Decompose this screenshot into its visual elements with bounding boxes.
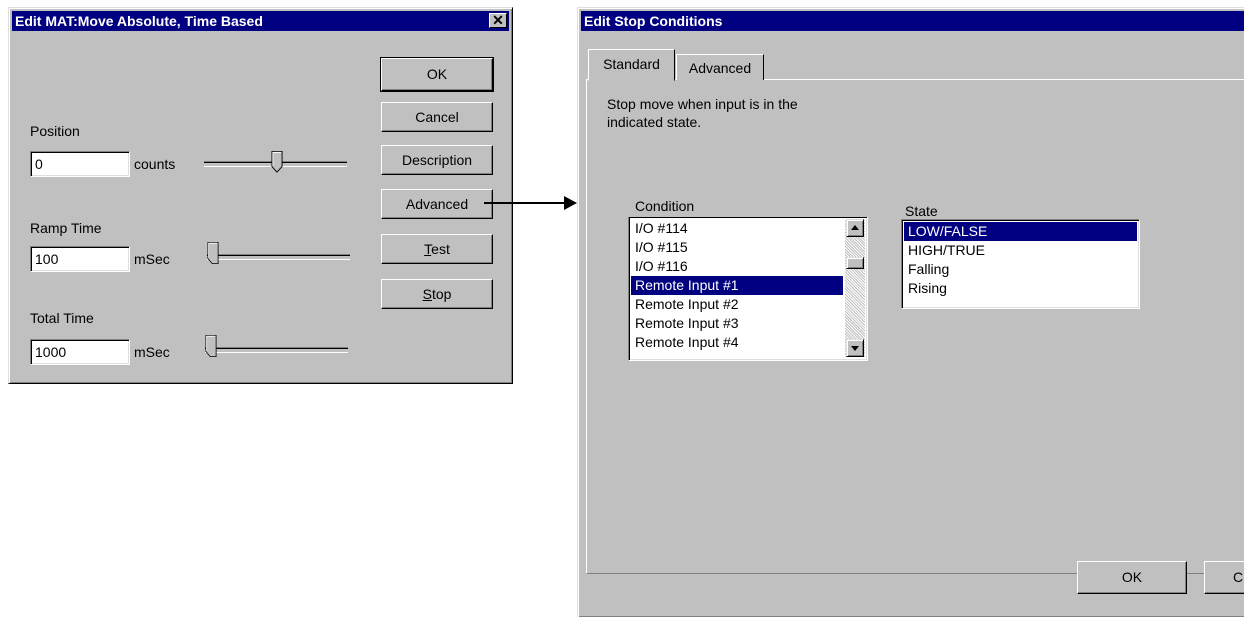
total-time-slider-thumb[interactable] (205, 335, 217, 357)
tab-advanced-label: Advanced (688, 60, 752, 76)
condition-scrollbar[interactable] (845, 219, 865, 357)
test-button[interactable]: Test (381, 234, 493, 264)
mat-dialog-title: Edit MAT:Move Absolute, Time Based (15, 13, 263, 29)
instruction-text-line1: Stop move when input is in the (607, 96, 798, 112)
tab-standard-label: Standard (603, 56, 660, 72)
state-listbox[interactable]: LOW/FALSE HIGH/TRUE Falling Rising (901, 219, 1140, 309)
scroll-down-button[interactable] (846, 339, 864, 357)
tab-advanced[interactable]: Advanced (676, 54, 764, 80)
stop-dialog-ok-button[interactable]: OK (1077, 561, 1187, 594)
stop-dialog-cancel-button[interactable]: C (1204, 561, 1244, 594)
close-icon: ✕ (492, 12, 504, 28)
stop-button[interactable]: Stop (381, 279, 493, 309)
position-unit: counts (134, 156, 176, 172)
ok-button[interactable]: OK (380, 57, 494, 92)
close-button[interactable]: ✕ (489, 13, 507, 28)
list-item[interactable]: I/O #114 (631, 219, 843, 238)
list-item-selected[interactable]: LOW/FALSE (904, 222, 1137, 241)
mat-dialog: Edit MAT:Move Absolute, Time Based ✕ Pos… (8, 7, 513, 384)
scroll-thumb[interactable] (846, 257, 864, 269)
cancel-button[interactable]: Cancel (381, 102, 493, 132)
condition-listbox[interactable]: I/O #114 I/O #115 I/O #116 Remote Input … (628, 217, 868, 361)
list-item[interactable]: I/O #116 (631, 257, 843, 276)
stop-dialog-cancel-label: C (1233, 569, 1244, 585)
condition-label: Condition (635, 198, 695, 214)
total-time-label: Total Time (30, 310, 94, 326)
position-label: Position (30, 123, 80, 139)
state-list-items: LOW/FALSE HIGH/TRUE Falling Rising (904, 222, 1137, 298)
state-label: State (905, 203, 938, 219)
ramp-time-input[interactable]: 100 (30, 246, 130, 272)
total-time-slider-track (205, 347, 348, 353)
stop-conditions-dialog: Edit Stop Conditions Standard Advanced S… (577, 7, 1244, 617)
list-item[interactable]: Falling (904, 260, 1137, 279)
total-time-unit: mSec (134, 344, 170, 360)
ramp-time-label: Ramp Time (30, 220, 102, 236)
ramp-time-slider-track (207, 254, 350, 260)
total-time-input[interactable]: 1000 (30, 339, 130, 365)
list-item[interactable]: HIGH/TRUE (904, 241, 1137, 260)
list-item[interactable]: I/O #115 (631, 238, 843, 257)
instruction-text-line2: indicated state. (607, 114, 702, 130)
ramp-time-slider-thumb[interactable] (207, 242, 219, 264)
stop-dialog-titlebar[interactable]: Edit Stop Conditions (581, 11, 1244, 31)
advanced-button[interactable]: Advanced (381, 189, 493, 219)
connector-arrow-icon (484, 196, 577, 210)
stop-dialog-title: Edit Stop Conditions (584, 13, 723, 29)
position-input[interactable]: 0 (30, 151, 130, 177)
description-button[interactable]: Description (381, 145, 493, 175)
position-slider-thumb[interactable] (271, 151, 283, 173)
list-item[interactable]: Remote Input #3 (631, 314, 843, 333)
condition-list-items: I/O #114 I/O #115 I/O #116 Remote Input … (631, 219, 843, 352)
scroll-up-arrow-icon (851, 225, 859, 230)
ramp-time-unit: mSec (134, 251, 170, 267)
tab-standard[interactable]: Standard (588, 49, 675, 81)
list-item[interactable]: Remote Input #2 (631, 295, 843, 314)
scroll-down-arrow-icon (851, 346, 859, 351)
scroll-up-button[interactable] (846, 219, 864, 237)
mat-dialog-titlebar[interactable]: Edit MAT:Move Absolute, Time Based ✕ (12, 11, 509, 31)
list-item[interactable]: Remote Input #4 (631, 333, 843, 352)
list-item[interactable]: Rising (904, 279, 1137, 298)
list-item-selected[interactable]: Remote Input #1 (631, 276, 843, 295)
